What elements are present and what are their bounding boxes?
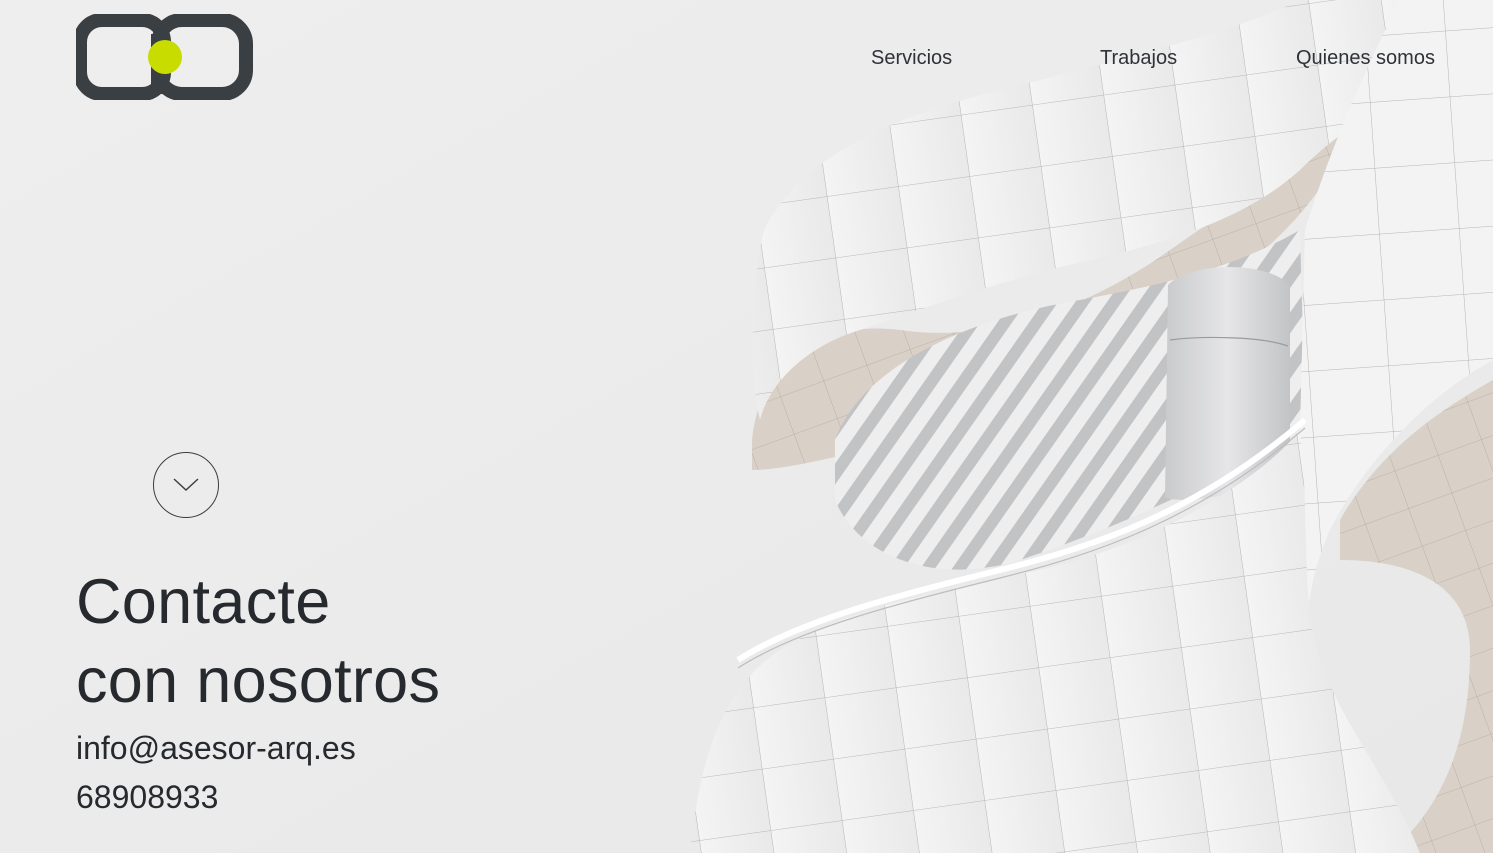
nav-link-quienes-somos[interactable]: Quienes somos xyxy=(1296,46,1435,70)
nav-link-servicios[interactable]: Servicios xyxy=(871,46,952,70)
chevron-down-icon xyxy=(173,478,199,491)
scroll-down-button[interactable] xyxy=(153,452,219,518)
contact-title-line1: Contacte xyxy=(76,567,331,637)
main-nav: Servicios Trabajos Quienes somos xyxy=(0,46,1493,72)
contact-title: Contacte con nosotros xyxy=(76,563,440,721)
nav-link-trabajos[interactable]: Trabajos xyxy=(1100,46,1177,70)
contact-email-link[interactable]: info@asesor-arq.es xyxy=(76,728,356,768)
hero-background-image xyxy=(0,0,1493,853)
contact-phone: 68908933 xyxy=(76,779,219,815)
contact-title-line2: con nosotros xyxy=(76,646,441,716)
